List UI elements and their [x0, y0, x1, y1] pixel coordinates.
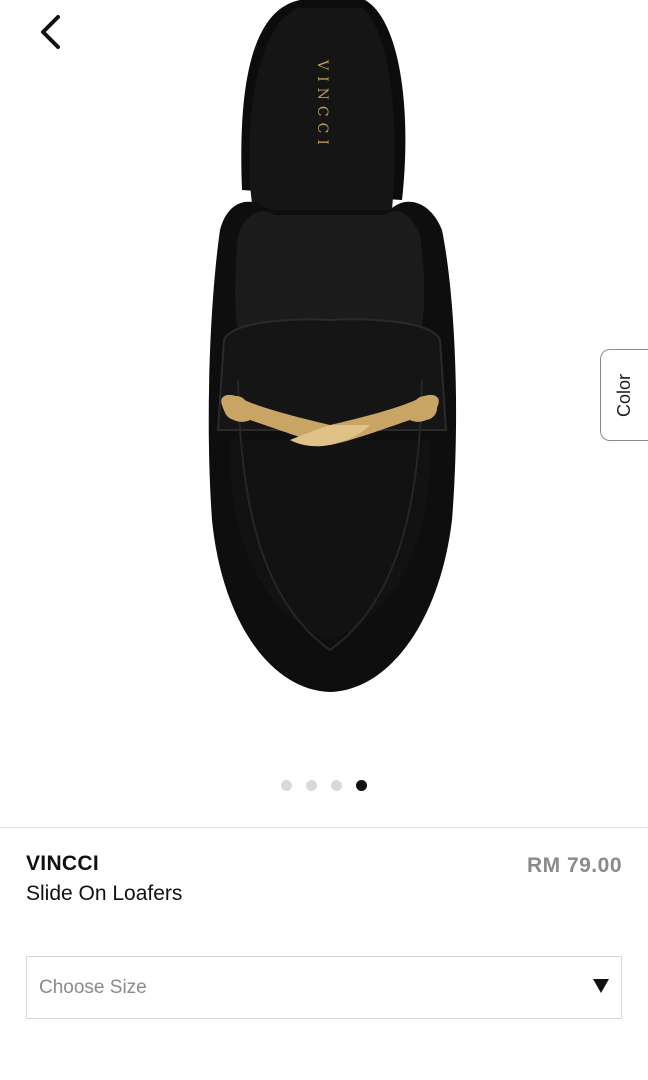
size-select-placeholder: Choose Size: [39, 976, 147, 998]
caret-down-icon: [593, 979, 609, 993]
color-tab[interactable]: Color: [600, 349, 648, 441]
pagination-dot[interactable]: [281, 780, 292, 791]
color-tab-label: Color: [613, 373, 634, 417]
pagination-dot-active[interactable]: [356, 780, 367, 791]
chevron-left-icon: [41, 15, 60, 49]
back-button[interactable]: [28, 10, 72, 54]
pagination-dot[interactable]: [306, 780, 317, 791]
divider: [0, 827, 648, 828]
pagination-dot[interactable]: [331, 780, 342, 791]
size-select[interactable]: Choose Size: [26, 956, 622, 1019]
product-info: VINCCI Slide On Loafers RM 79.00: [26, 852, 622, 906]
product-name: Slide On Loafers: [26, 882, 183, 905]
product-image: VINCCI: [208, 0, 457, 692]
gallery-pagination-dots: [0, 780, 648, 791]
product-price: RM 79.00: [526, 854, 622, 877]
svg-text:VINCCI: VINCCI: [314, 59, 330, 151]
product-image-gallery[interactable]: VINCCI Color: [0, 0, 648, 828]
product-detail-page: VINCCI Color VINCCI Slide On Loafers RM …: [0, 0, 648, 1080]
